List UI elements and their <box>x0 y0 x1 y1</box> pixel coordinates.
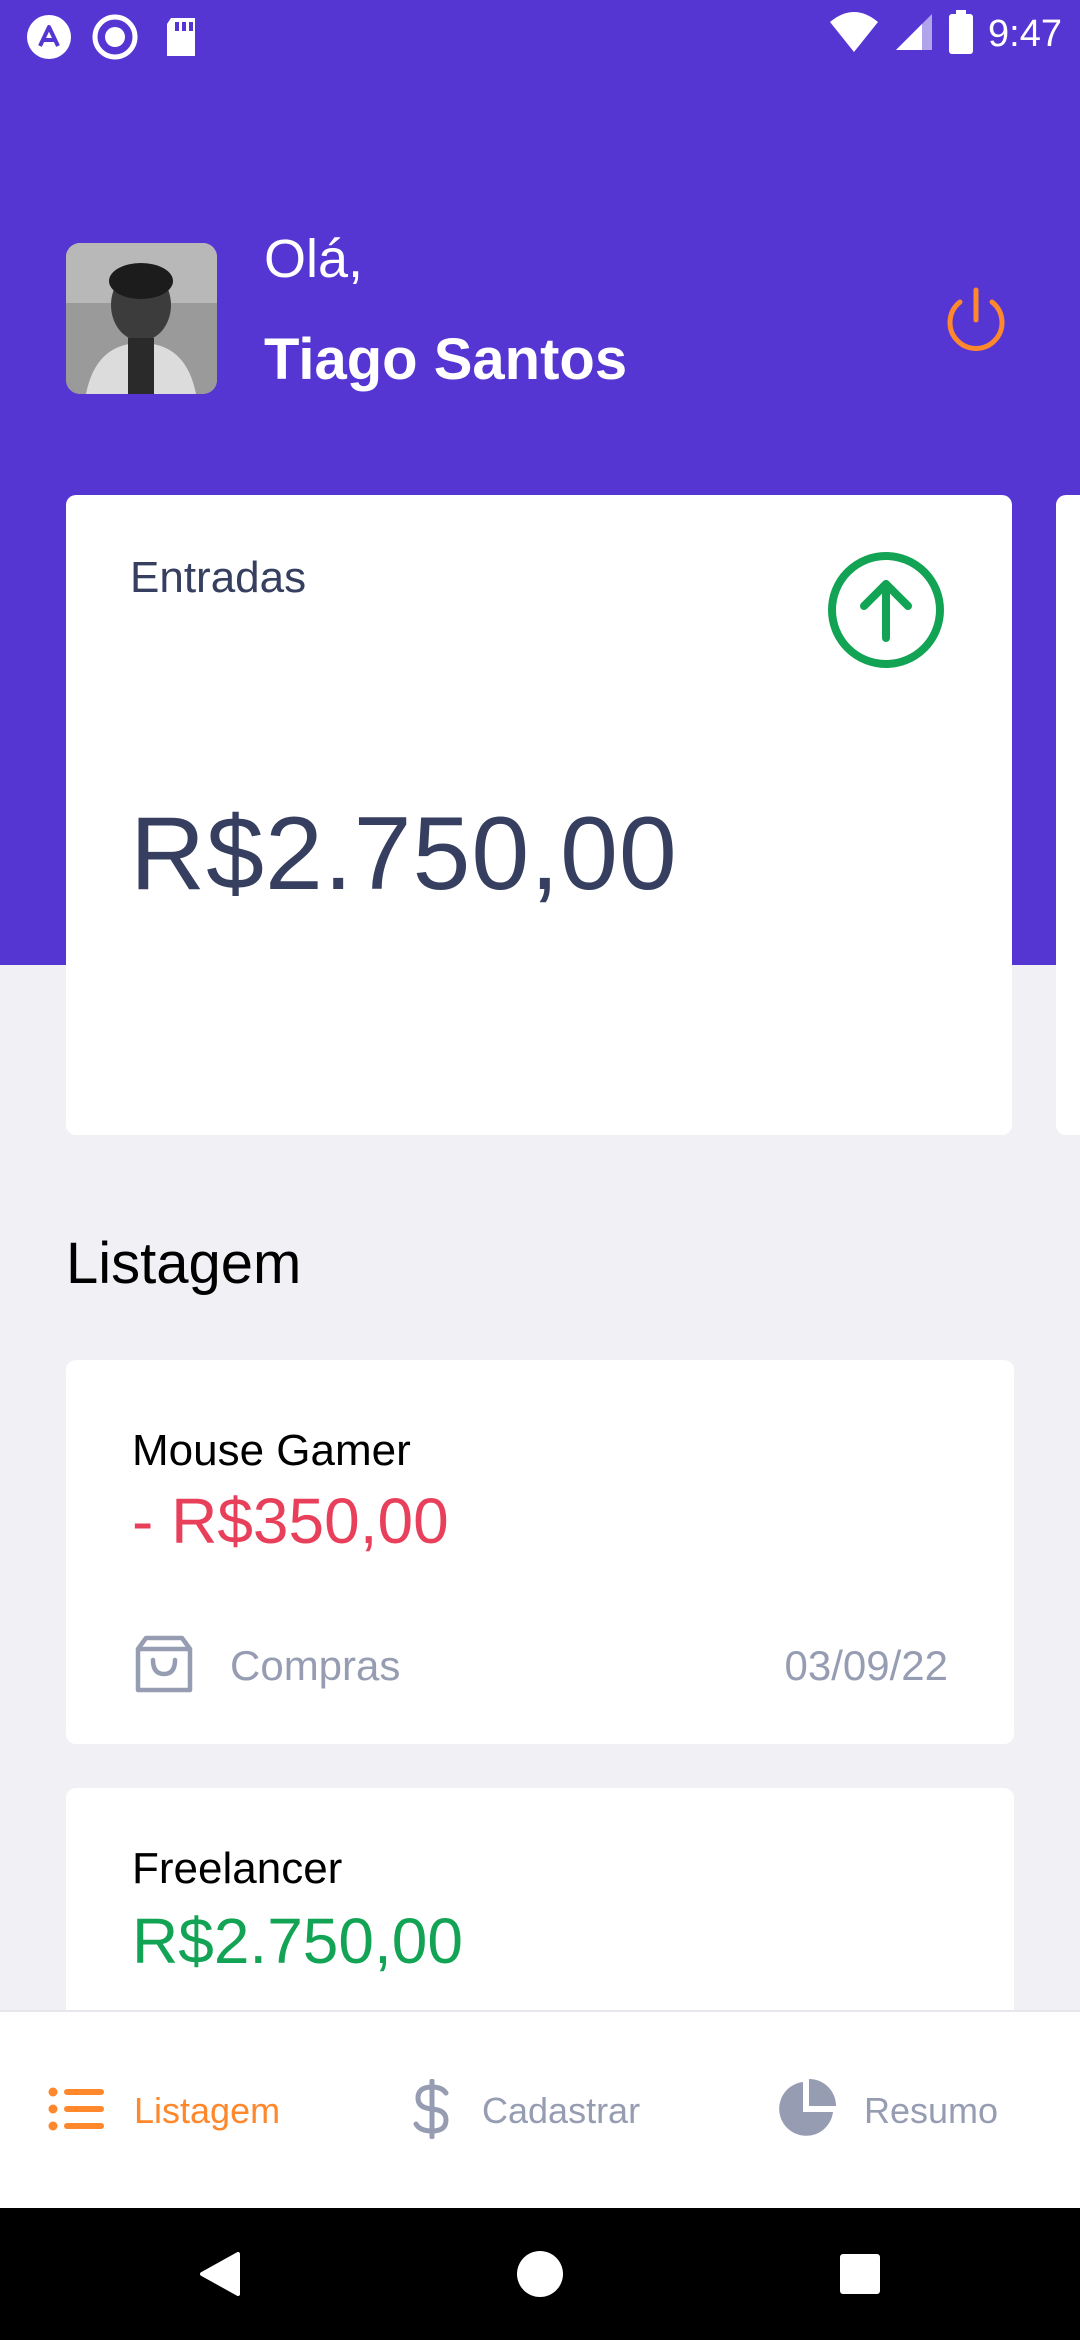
tab-cadastrar[interactable]: Cadastrar <box>410 2012 640 2210</box>
system-navigation-bar <box>0 2208 1080 2340</box>
highlight-card-next-peek[interactable] <box>1056 495 1080 1135</box>
battery-icon <box>948 10 974 59</box>
shopping-bag-icon <box>134 1634 194 1696</box>
home-icon[interactable] <box>510 2208 570 2340</box>
clock: 9:47 <box>988 13 1062 55</box>
logout-power-icon[interactable] <box>936 282 1016 362</box>
bottom-tab-bar: Listagem Cadastrar Resumo <box>0 2010 1080 2208</box>
tab-listagem[interactable]: Listagem <box>48 2012 280 2210</box>
back-icon[interactable] <box>190 2208 250 2340</box>
transaction-amount: R$2.750,00 <box>132 1905 463 1977</box>
tab-label: Cadastrar <box>482 2090 641 2131</box>
list-icon <box>48 2086 106 2137</box>
sd-card-icon <box>158 14 204 60</box>
transaction-card[interactable]: Mouse Gamer - R$350,00 Compras 03/09/22 <box>66 1360 1014 1744</box>
recents-icon[interactable] <box>830 2208 890 2340</box>
avatar[interactable] <box>66 243 217 394</box>
transaction-date: 03/09/22 <box>784 1642 949 1689</box>
user-name: Tiago Santos <box>264 327 628 392</box>
tab-resumo[interactable]: Resumo <box>776 2012 998 2210</box>
wifi-icon <box>828 10 880 59</box>
greeting-text: Olá, <box>264 229 364 289</box>
tab-label: Listagem <box>134 2090 281 2131</box>
transaction-title: Mouse Gamer <box>132 1426 411 1475</box>
section-title-listagem: Listagem <box>66 1231 302 1296</box>
arrow-up-circle-icon <box>826 550 946 670</box>
highlight-card-title: Entradas <box>130 553 307 602</box>
app-logo-icon <box>26 14 72 60</box>
transaction-category: Compras <box>230 1642 401 1689</box>
transaction-amount: - R$350,00 <box>132 1485 449 1557</box>
status-bar: 9:47 <box>0 0 1080 70</box>
dollar-icon <box>410 2078 454 2144</box>
signal-icon <box>894 12 934 57</box>
transaction-title: Freelancer <box>132 1844 343 1893</box>
tab-label: Resumo <box>864 2090 999 2131</box>
highlight-card-amount: R$2.750,00 <box>130 796 678 912</box>
record-icon <box>92 14 138 60</box>
pie-chart-icon <box>776 2078 836 2144</box>
highlight-card-income: Entradas R$2.750,00 <box>66 495 1012 1135</box>
